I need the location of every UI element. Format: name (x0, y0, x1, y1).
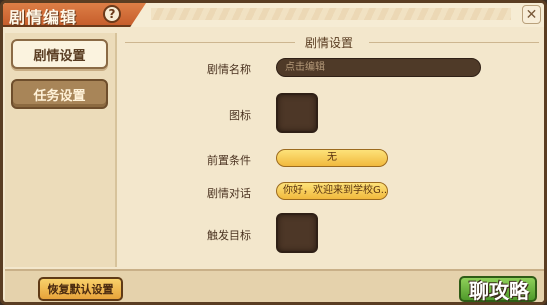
dialogue-label: 剧情对话 (207, 187, 251, 200)
help-icon[interactable]: ? (103, 5, 121, 23)
title-stripes (151, 8, 511, 20)
sidebar: 剧情设置 任务设置 (5, 33, 117, 267)
trigger-target-slot[interactable] (276, 213, 318, 253)
precondition-button[interactable]: 无 (276, 149, 388, 167)
dialogue-button[interactable]: 你好，欢迎来到学校G... (276, 182, 388, 200)
section-divider-left (125, 42, 295, 43)
close-icon[interactable]: ✕ (522, 5, 541, 24)
section-title: 剧情设置 (305, 36, 354, 50)
main-panel: 剧情设置 剧情名称 点击编辑 图标 前置条件 无 剧情对话 你好，欢迎来到学校G… (119, 33, 544, 269)
icon-label: 图标 (229, 109, 251, 122)
window-title: 剧情编辑 (9, 8, 78, 27)
story-edit-window: 剧情编辑 ? ✕ 剧情设置 任务设置 剧情设置 剧情名称 点击编辑 图标 前置条… (0, 0, 547, 305)
tab-task-settings[interactable]: 任务设置 (11, 79, 108, 109)
title-bar: 剧情编辑 ? ✕ (3, 3, 544, 27)
precondition-label: 前置条件 (207, 154, 251, 167)
footer-bar: 恢复默认设置 聊攻略 (5, 269, 544, 303)
icon-slot[interactable] (276, 93, 318, 133)
story-name-input[interactable]: 点击编辑 (276, 58, 481, 77)
tab-story-settings[interactable]: 剧情设置 (11, 39, 108, 69)
trigger-target-label: 触发目标 (207, 229, 251, 242)
reset-default-button[interactable]: 恢复默认设置 (38, 277, 123, 301)
section-divider-right (369, 42, 539, 43)
watermark-logo: 聊攻略 (469, 279, 529, 303)
story-name-label: 剧情名称 (207, 63, 251, 76)
